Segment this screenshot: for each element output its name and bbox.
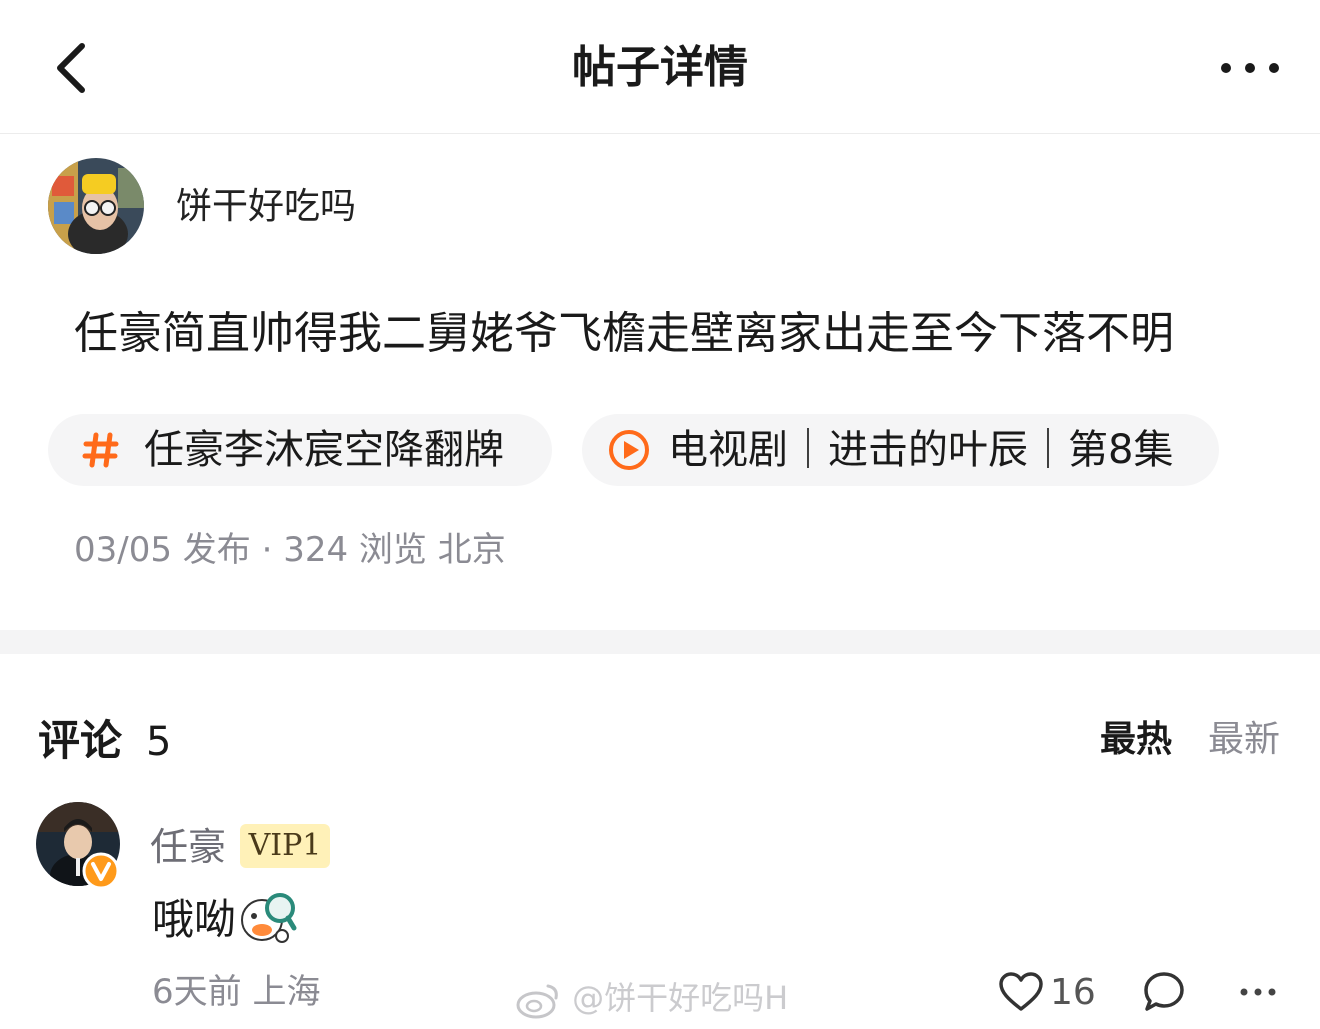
verified-badge-icon — [82, 852, 120, 890]
sort-new-tab[interactable]: 最新 — [1208, 716, 1280, 764]
section-divider — [0, 630, 1320, 654]
top-nav-bar: 帖子详情 — [0, 0, 1320, 134]
weibo-logo-icon — [516, 984, 558, 1019]
comments-title: 评论 — [38, 716, 123, 765]
like-count: 16 — [1050, 972, 1096, 1013]
post-meta: 03/05 发布 · 324 浏览 北京 — [74, 530, 506, 570]
more-options-icon[interactable] — [1218, 52, 1282, 84]
play-circle-icon — [609, 430, 649, 470]
author-avatar[interactable] — [48, 158, 144, 254]
watermark-text: @饼干好吃吗H — [572, 979, 789, 1017]
duck-magnifier-emoji-icon — [241, 893, 297, 943]
heart-icon[interactable] — [998, 972, 1044, 1012]
post-text: 任豪简直帅得我二舅姥爷飞檐走壁离家出走至今下落不明 — [74, 308, 1174, 359]
sort-hot-tab[interactable]: 最热 — [1100, 716, 1172, 764]
page-title: 帖子详情 — [572, 42, 748, 93]
topic-chip-label: 任豪李沐宸空降翻牌 — [144, 427, 504, 473]
comment-time-location: 6天前 上海 — [152, 972, 321, 1012]
video-chip-label: 电视剧｜进击的叶辰｜第8集 — [668, 427, 1174, 473]
comment-more-icon[interactable] — [1238, 982, 1278, 1002]
comment-text: 哦呦 — [152, 895, 237, 944]
commenter-name[interactable]: 任豪 — [150, 822, 226, 872]
video-chip[interactable]: 电视剧｜进击的叶辰｜第8集 — [582, 414, 1219, 486]
author-name[interactable]: 饼干好吃吗 — [176, 184, 356, 230]
comments-count: 5 — [146, 719, 172, 765]
vip-badge: VIP1 — [240, 824, 330, 868]
hashtag-icon — [82, 432, 119, 468]
weibo-watermark: @饼干好吃吗H — [514, 976, 788, 1020]
topic-chip[interactable]: 任豪李沐宸空降翻牌 — [48, 414, 552, 486]
comment-bubble-icon[interactable] — [1142, 970, 1186, 1014]
